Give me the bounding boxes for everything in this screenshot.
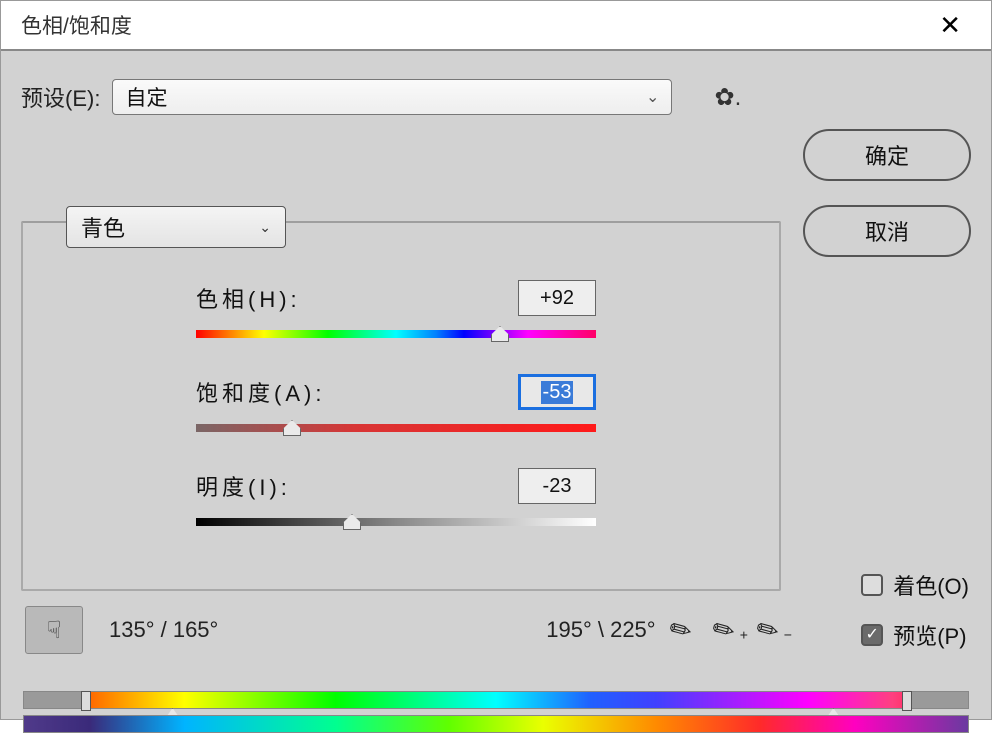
hue-input[interactable]: +92 [518, 280, 596, 316]
hue-thumb[interactable] [491, 326, 509, 342]
range-marker[interactable] [81, 691, 91, 711]
channel-select[interactable]: 青色 ⌄ [66, 206, 286, 248]
colorize-checkbox[interactable]: 着色(O) [861, 569, 969, 601]
channel-value: 青色 [81, 211, 125, 243]
hue-saturation-dialog: 色相/饱和度 ✕ 预设(E): 自定 ⌄ ✿. 确定 取消 青色 ⌄ 色相(H)… [0, 0, 992, 720]
lightness-thumb[interactable] [343, 514, 361, 530]
dialog-title: 色相/饱和度 [21, 10, 929, 40]
preset-label: 预设(E): [21, 81, 100, 113]
saturation-thumb[interactable] [283, 420, 301, 436]
saturation-label: 饱和度(A): [196, 376, 325, 408]
lightness-input[interactable]: -23 [518, 468, 596, 504]
checkbox-box [861, 574, 883, 596]
preset-select[interactable]: 自定 ⌄ [112, 79, 672, 115]
ok-button[interactable]: 确定 [803, 129, 971, 181]
saturation-slider[interactable] [196, 424, 596, 432]
sliders: 色相(H): +92 饱和度(A): -53 明度(I): -23 [196, 276, 596, 558]
hue-row: 色相(H): +92 [196, 276, 596, 320]
cancel-button[interactable]: 取消 [803, 205, 971, 257]
lightness-label: 明度(I): [196, 470, 291, 502]
eyedropper-subtract-icon[interactable]: ✎− [751, 611, 785, 649]
chevron-down-icon: ⌄ [259, 219, 271, 236]
preset-value: 自定 [125, 82, 167, 112]
lightness-slider[interactable] [196, 518, 596, 526]
range-falloff-left [24, 692, 81, 708]
chevron-down-icon: ⌄ [646, 87, 659, 107]
checkboxes: 着色(O) 预览(P) [861, 569, 969, 651]
spectrum-source[interactable] [23, 691, 969, 709]
eyedroppers: ✎ ✎+ ✎− [670, 615, 779, 646]
ok-label: 确定 [865, 139, 909, 171]
colorize-label: 着色(O) [893, 569, 969, 601]
eyedropper-icon[interactable]: ✎ [663, 611, 697, 649]
dialog-body: 预设(E): 自定 ⌄ ✿. 确定 取消 青色 ⌄ 色相(H): +92 [1, 51, 991, 719]
hand-icon: ☟ [47, 616, 62, 645]
targeted-adjust-button[interactable]: ☟ [25, 606, 83, 654]
eyedropper-add-icon[interactable]: ✎+ [707, 611, 741, 649]
action-buttons: 确定 取消 [803, 129, 971, 257]
preset-row: 预设(E): 自定 ⌄ ✿. [21, 79, 971, 115]
range-marker[interactable] [902, 691, 912, 711]
close-icon[interactable]: ✕ [929, 8, 971, 42]
preview-label: 预览(P) [893, 619, 966, 651]
spectrum-result [23, 715, 969, 733]
tool-row: ☟ 135° / 165° 195° \ 225° ✎ ✎+ ✎− [25, 606, 785, 654]
cancel-label: 取消 [865, 215, 909, 247]
gear-icon: ✿. [714, 83, 741, 112]
lightness-row: 明度(I): -23 [196, 464, 596, 508]
preview-checkbox[interactable]: 预览(P) [861, 619, 969, 651]
saturation-row: 饱和度(A): -53 [196, 370, 596, 414]
titlebar: 色相/饱和度 ✕ [1, 1, 991, 51]
range-left: 135° / 165° [109, 617, 218, 643]
preset-options-button[interactable]: ✿. [714, 83, 741, 112]
spectrum-strips [23, 691, 969, 733]
hue-label: 色相(H): [196, 282, 301, 314]
hue-slider[interactable] [196, 330, 596, 338]
saturation-input[interactable]: -53 [518, 374, 596, 410]
range-right: 195° \ 225° [546, 617, 655, 643]
checkbox-box [861, 624, 883, 646]
